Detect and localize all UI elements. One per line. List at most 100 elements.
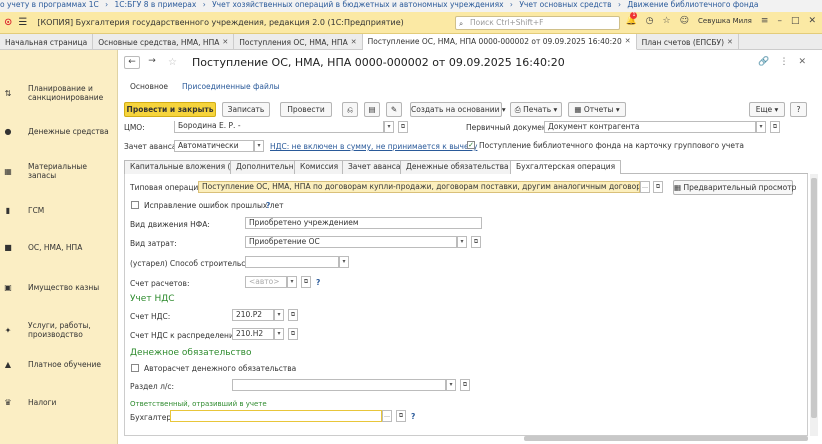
primary-doc-dropdown[interactable]: ▾ xyxy=(756,121,766,133)
cmo-dropdown[interactable]: ▾ xyxy=(384,121,394,133)
section-ls-field[interactable] xyxy=(232,379,446,391)
vat-account-dropdown[interactable]: ▾ xyxy=(274,309,284,321)
typical-op-field[interactable]: Поступление ОС, НМА, НПА по договорам ку… xyxy=(198,181,640,193)
favorite-star-icon[interactable]: ☆ xyxy=(168,57,177,68)
tab-home[interactable]: Начальная страница xyxy=(0,34,94,50)
cmo-field[interactable]: Бородина Е. Р. - xyxy=(174,121,384,133)
settlement-field[interactable]: <авто> xyxy=(245,276,287,288)
user-avatar-icon[interactable]: ☺ xyxy=(680,16,689,26)
advance-dropdown[interactable]: ▾ xyxy=(254,140,264,152)
open-icon[interactable]: ⧉ xyxy=(396,410,406,422)
primary-doc-field[interactable]: Документ контрагента xyxy=(544,121,756,133)
close-tab-icon[interactable]: ✕ xyxy=(351,35,357,50)
cost-type-dropdown[interactable]: ▾ xyxy=(457,236,467,248)
open-icon[interactable]: ⧉ xyxy=(398,121,408,133)
open-icon[interactable]: ⧉ xyxy=(288,309,298,321)
help-icon[interactable]: ? xyxy=(411,412,415,421)
minimize-icon[interactable]: – xyxy=(777,16,782,26)
close-tab-icon[interactable]: ✕ xyxy=(727,35,733,50)
open-icon[interactable]: ⧉ xyxy=(301,276,311,288)
more-button[interactable]: Еще ▾ xyxy=(749,102,785,117)
post-button[interactable]: Провести xyxy=(280,102,332,117)
settlement-dropdown[interactable]: ▾ xyxy=(287,276,297,288)
sidebar-item-paid-education[interactable]: ▲ Платное обучение xyxy=(0,357,118,371)
breadcrumb-item[interactable]: Учет хозяйственных операций в бюджетных … xyxy=(212,0,503,9)
tab-capital-investments[interactable]: Капитальные вложения (1) xyxy=(124,160,245,174)
select-icon[interactable]: … xyxy=(382,410,392,422)
reports-button[interactable]: ▦ Отчеты ▾ xyxy=(568,102,626,117)
sidebar-item-services[interactable]: ✦ Услуги, работы, производство xyxy=(0,316,118,344)
breadcrumb-item[interactable]: о учету в программах 1С xyxy=(0,0,99,9)
sidebar-item-treasury[interactable]: ▣ Имущество казны xyxy=(0,280,118,294)
tab-receipt-document[interactable]: Поступление ОС, НМА, НПА 0000-000002 от … xyxy=(362,34,637,50)
journal-icon[interactable]: ▤ xyxy=(364,102,380,117)
breadcrumb-item[interactable]: 1С:БГУ 8 в примерах xyxy=(115,0,197,9)
sidebar-item-cash[interactable]: ● Денежные средства xyxy=(0,124,118,138)
preview-button[interactable]: ▦ Предварительный просмотр xyxy=(673,180,796,195)
sidebar-item-inventory[interactable]: ▦ Материальные запасы xyxy=(0,162,118,180)
vat-link[interactable]: НДС: не включен в сумму, не принимается … xyxy=(270,142,477,151)
user-name[interactable]: Севушка Миля xyxy=(698,17,752,25)
save-button[interactable]: Записать xyxy=(222,102,270,117)
open-icon[interactable]: ⧉ xyxy=(471,236,481,248)
advance-select[interactable]: Автоматически xyxy=(174,140,254,152)
global-search-input[interactable]: ⌕ Поиск Ctrl+Shift+F xyxy=(455,16,620,30)
print-button[interactable]: ⎙ Печать ▾ xyxy=(510,102,562,117)
back-button[interactable]: ← xyxy=(124,56,140,69)
help-button[interactable]: ? xyxy=(790,102,807,117)
nfa-move-field[interactable]: Приобретено учреждением xyxy=(245,217,482,229)
notifications-icon[interactable]: 🔔 1 xyxy=(625,12,638,26)
cost-type-field[interactable]: Приобретение ОС xyxy=(245,236,457,248)
sidebar-item-fuel[interactable]: ▮ ГСМ xyxy=(0,203,118,217)
forward-button[interactable]: → xyxy=(144,56,160,69)
tab-attached-files[interactable]: Присоединенные файлы xyxy=(182,82,280,91)
favorites-icon[interactable]: ☆ xyxy=(663,16,671,26)
link-icon[interactable]: 🔗 xyxy=(758,57,769,67)
create-based-on-button[interactable]: Создать на основании ▾ xyxy=(410,102,506,117)
tab-advance-offset[interactable]: Зачет аванса xyxy=(342,160,407,174)
scroll-thumb[interactable] xyxy=(811,178,817,418)
accountant-field[interactable] xyxy=(170,410,382,422)
library-fund-checkbox[interactable]: ✓ xyxy=(467,141,475,149)
close-window-icon[interactable]: ✕ xyxy=(808,16,816,26)
open-icon[interactable]: ⧉ xyxy=(653,181,663,193)
menu-icon[interactable]: ☰ xyxy=(18,17,27,28)
more-options-icon[interactable]: ⋮ xyxy=(779,57,788,67)
post-and-close-button[interactable]: Провести и закрыть xyxy=(124,102,216,117)
tab-receipts-list[interactable]: Поступления ОС, НМА, НПА ✕ xyxy=(234,34,363,50)
history-icon[interactable]: ◷ xyxy=(646,16,654,26)
construction-field[interactable] xyxy=(245,256,339,268)
help-icon[interactable]: ? xyxy=(266,201,270,210)
sidebar-item-fixed-assets[interactable]: ■ ОС, НМА, НПА xyxy=(0,240,118,254)
app-logo-icon[interactable]: ⊙ xyxy=(4,17,12,28)
breadcrumb-item[interactable]: Учет основных средств xyxy=(519,0,611,9)
tab-chart-of-accounts[interactable]: План счетов (ЕПСБУ) ✕ xyxy=(637,34,739,50)
tab-accounting-operation[interactable]: Бухгалтерская операция xyxy=(510,160,622,175)
select-icon[interactable]: … xyxy=(640,181,650,193)
vertical-scrollbar[interactable] xyxy=(810,174,818,436)
vat-distribution-field[interactable]: 210.Н2 xyxy=(232,328,274,340)
unpost-icon[interactable]: ⎌ xyxy=(342,102,358,117)
fix-errors-checkbox[interactable] xyxy=(131,201,139,209)
construction-dropdown[interactable]: ▾ xyxy=(339,256,349,268)
close-tab-icon[interactable]: ✕ xyxy=(625,34,631,49)
tab-commission[interactable]: Комиссия xyxy=(294,160,345,174)
open-icon[interactable]: ⧉ xyxy=(460,379,470,391)
open-icon[interactable]: ⧉ xyxy=(288,328,298,340)
section-ls-dropdown[interactable]: ▾ xyxy=(446,379,456,391)
open-icon[interactable]: ⧉ xyxy=(770,121,780,133)
help-icon[interactable]: ? xyxy=(316,278,320,287)
tab-money-obligations[interactable]: Денежные обязательства (1) xyxy=(400,160,528,174)
tab-main[interactable]: Основное xyxy=(130,82,168,91)
maximize-icon[interactable]: □ xyxy=(791,16,800,26)
sidebar-item-planning[interactable]: ⇅ Планирование и санкционирование xyxy=(0,80,118,106)
sidebar-item-taxes[interactable]: ♛ Налоги xyxy=(0,395,118,409)
breadcrumb-item[interactable]: Движение библиотечного фонда xyxy=(627,0,758,9)
close-tab-icon[interactable]: ✕ xyxy=(222,35,228,50)
horizontal-scrollbar[interactable] xyxy=(524,436,808,441)
auto-calc-checkbox[interactable] xyxy=(131,364,139,372)
vat-distribution-dropdown[interactable]: ▾ xyxy=(274,328,284,340)
edit-entries-icon[interactable]: ✎ xyxy=(386,102,402,117)
tab-fixed-assets[interactable]: Основные средства, НМА, НПА ✕ xyxy=(93,34,235,50)
close-form-icon[interactable]: ✕ xyxy=(798,57,806,67)
